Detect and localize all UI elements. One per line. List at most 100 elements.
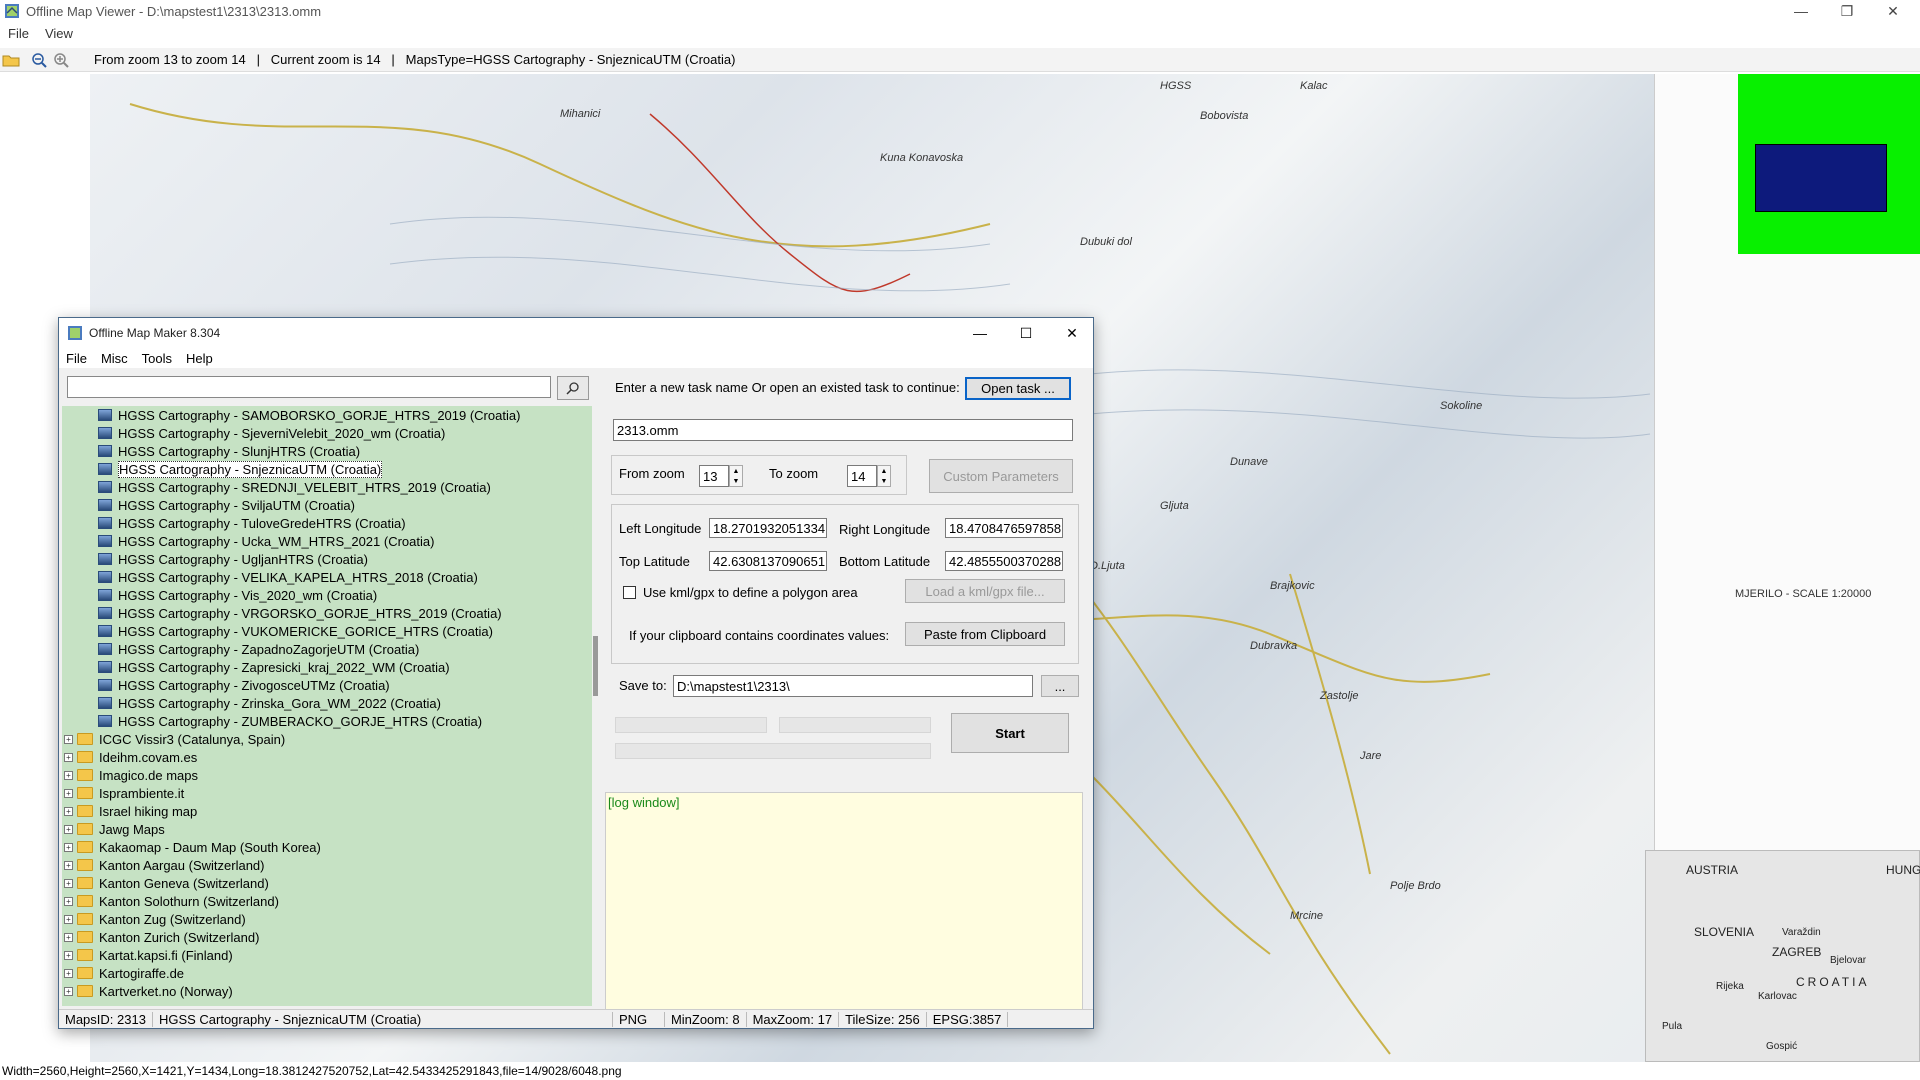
provider-folder-item[interactable]: + Imagico.de maps [64,766,198,784]
dialog-minimize-button[interactable]: — [957,318,1003,348]
provider-folder-item[interactable]: + Ideihm.covam.es [64,748,197,766]
dialog-menu-bar: File Misc Tools Help [59,348,1093,368]
log-window[interactable]: [log window] [605,792,1083,1010]
browse-folder-button[interactable]: ... [1041,675,1079,697]
map-type-item[interactable]: HGSS Cartography - VRGORSKO_GORJE_HTRS_2… [98,604,502,622]
map-type-tree[interactable]: HGSS Cartography - SAMOBORSKO_GORJE_HTRS… [62,406,592,1006]
map-type-item[interactable]: HGSS Cartography - VELIKA_KAPELA_HTRS_20… [98,568,478,586]
expand-icon[interactable]: + [64,914,73,924]
map-type-item[interactable]: HGSS Cartography - Zrinska_Gora_WM_2022 … [98,694,441,712]
use-kml-checkbox[interactable] [623,586,636,599]
dialog-close-button[interactable]: ✕ [1049,318,1095,348]
provider-folder-item[interactable]: + Kartverket.no (Norway) [64,982,233,1000]
map-type-item[interactable]: HGSS Cartography - Vis_2020_wm (Croatia) [98,586,377,604]
expand-icon[interactable]: + [64,878,73,888]
log-scrollbar[interactable] [1083,792,1093,1010]
map-type-item[interactable]: HGSS Cartography - SAMOBORSKO_GORJE_HTRS… [98,406,520,424]
bottom-latitude-input[interactable]: 42.4855500370288 [945,551,1063,571]
expand-icon[interactable]: + [64,788,73,798]
from-zoom-input[interactable]: 13 [699,465,729,487]
to-zoom-spinner[interactable]: ▲ ▼ [877,465,891,487]
provider-folder-item[interactable]: + ICGC Vissir3 (Catalunya, Spain) [64,730,285,748]
map-type-item[interactable]: HGSS Cartography - SnjeznicaUTM (Croatia… [98,460,383,478]
main-toolbar: From zoom 13 to zoom 14 | Current zoom i… [0,48,1920,72]
map-type-item[interactable]: HGSS Cartography - VUKOMERICKE_GORICE_HT… [98,622,493,640]
open-task-button[interactable]: Open task ... [965,377,1071,400]
expand-icon[interactable]: + [64,860,73,870]
map-type-item[interactable]: HGSS Cartography - SlunjHTRS (Croatia) [98,442,360,460]
map-type-item[interactable]: HGSS Cartography - UgljanHTRS (Croatia) [98,550,368,568]
top-latitude-input[interactable]: 42.6308137090651 [709,551,827,571]
dialog-menu-file[interactable]: File [59,351,94,366]
provider-folder-item[interactable]: + Kartogiraffe.de [64,964,184,982]
map-type-item[interactable]: HGSS Cartography - SREDNJI_VELEBIT_HTRS_… [98,478,491,496]
custom-parameters-button[interactable]: Custom Parameters [929,459,1073,493]
dialog-menu-help[interactable]: Help [179,351,220,366]
start-button[interactable]: Start [951,713,1069,753]
provider-folder-label: Kartverket.no (Norway) [99,983,233,999]
map-type-item[interactable]: HGSS Cartography - SviljaUTM (Croatia) [98,496,355,514]
expand-icon[interactable]: + [64,986,73,996]
map-layer-icon [98,535,112,547]
dialog-menu-misc[interactable]: Misc [94,351,135,366]
expand-icon[interactable]: + [64,824,73,834]
close-button[interactable]: ✕ [1870,0,1916,22]
provider-folder-item[interactable]: + Kanton Solothurn (Switzerland) [64,892,279,910]
tree-scrollbar[interactable] [592,406,599,1006]
map-type-item[interactable]: HGSS Cartography - TuloveGredeHTRS (Croa… [98,514,406,532]
menu-view[interactable]: View [37,26,81,41]
provider-folder-item[interactable]: + Jawg Maps [64,820,165,838]
search-button[interactable] [557,376,589,400]
map-type-item[interactable]: HGSS Cartography - ZUMBERACKO_GORJE_HTRS… [98,712,482,730]
right-longitude-input[interactable]: 18.4708476597858 [945,518,1063,538]
provider-folder-item[interactable]: + Isprambiente.it [64,784,184,802]
expand-icon[interactable]: + [64,950,73,960]
offline-map-maker-dialog: Offline Map Maker 8.304 — ☐ ✕ File Misc … [58,317,1094,1029]
task-name-input[interactable]: 2313.omm [613,419,1073,441]
dialog-maximize-button[interactable]: ☐ [1003,318,1049,348]
to-zoom-input[interactable]: 14 [847,465,877,487]
map-type-item[interactable]: HGSS Cartography - SjeverniVelebit_2020_… [98,424,445,442]
map-type-item[interactable]: HGSS Cartography - Ucka_WM_HTRS_2021 (Cr… [98,532,434,550]
expand-icon[interactable]: + [64,968,73,978]
map-type-label: HGSS Cartography - ZUMBERACKO_GORJE_HTRS… [118,713,483,729]
map-type-item[interactable]: HGSS Cartography - ZivogosceUTMz (Croati… [98,676,390,694]
provider-folder-item[interactable]: + Israel hiking map [64,802,197,820]
save-to-input[interactable]: D:\mapstest1\2313\ [673,675,1033,697]
map-type-item[interactable]: HGSS Cartography - Zapresicki_kraj_2022_… [98,658,450,676]
zoom-in-button[interactable] [50,49,72,71]
map-place-label: Zastolje [1320,690,1359,702]
provider-folder-item[interactable]: + Kanton Geneva (Switzerland) [64,874,269,892]
map-type-label: HGSS Cartography - Zrinska_Gora_WM_2022 … [118,695,441,711]
provider-folder-item[interactable]: + Kanton Zurich (Switzerland) [64,928,259,946]
restore-button[interactable]: ❐ [1824,0,1870,22]
map-type-item[interactable]: HGSS Cartography - ZapadnoZagorjeUTM (Cr… [98,640,419,658]
left-longitude-input[interactable]: 18.2701932051334 [709,518,827,538]
tree-scroll-thumb[interactable] [593,636,598,696]
provider-folder-item[interactable]: + Kanton Zug (Switzerland) [64,910,246,928]
map-layer-icon [98,715,112,727]
status-maps-id: MapsID: 2313 [59,1011,153,1027]
expand-icon[interactable]: + [64,752,73,762]
menu-file[interactable]: File [0,26,37,41]
expand-icon[interactable]: + [64,932,73,942]
map-type-label: HGSS Cartography - Vis_2020_wm (Croatia) [118,587,378,603]
expand-icon[interactable]: + [64,896,73,906]
provider-folder-item[interactable]: + Kanton Aargau (Switzerland) [64,856,264,874]
dialog-menu-tools[interactable]: Tools [135,351,179,366]
from-zoom-spinner[interactable]: ▲ ▼ [729,465,743,487]
paste-clipboard-button[interactable]: Paste from Clipboard [905,622,1065,646]
folder-icon [77,823,93,835]
expand-icon[interactable]: + [64,806,73,816]
open-folder-button[interactable] [0,49,22,71]
load-kml-button[interactable]: Load a kml/gpx file... [905,579,1065,603]
minimize-button[interactable]: — [1778,0,1824,22]
zoom-out-button[interactable] [28,49,50,71]
provider-folder-item[interactable]: + Kakaomap - Daum Map (South Korea) [64,838,321,856]
expand-icon[interactable]: + [64,734,73,744]
provider-folder-item[interactable]: + Kartat.kapsi.fi (Finland) [64,946,233,964]
map-search-input[interactable] [67,376,551,398]
map-layer-icon [98,571,112,583]
expand-icon[interactable]: + [64,770,73,780]
expand-icon[interactable]: + [64,842,73,852]
